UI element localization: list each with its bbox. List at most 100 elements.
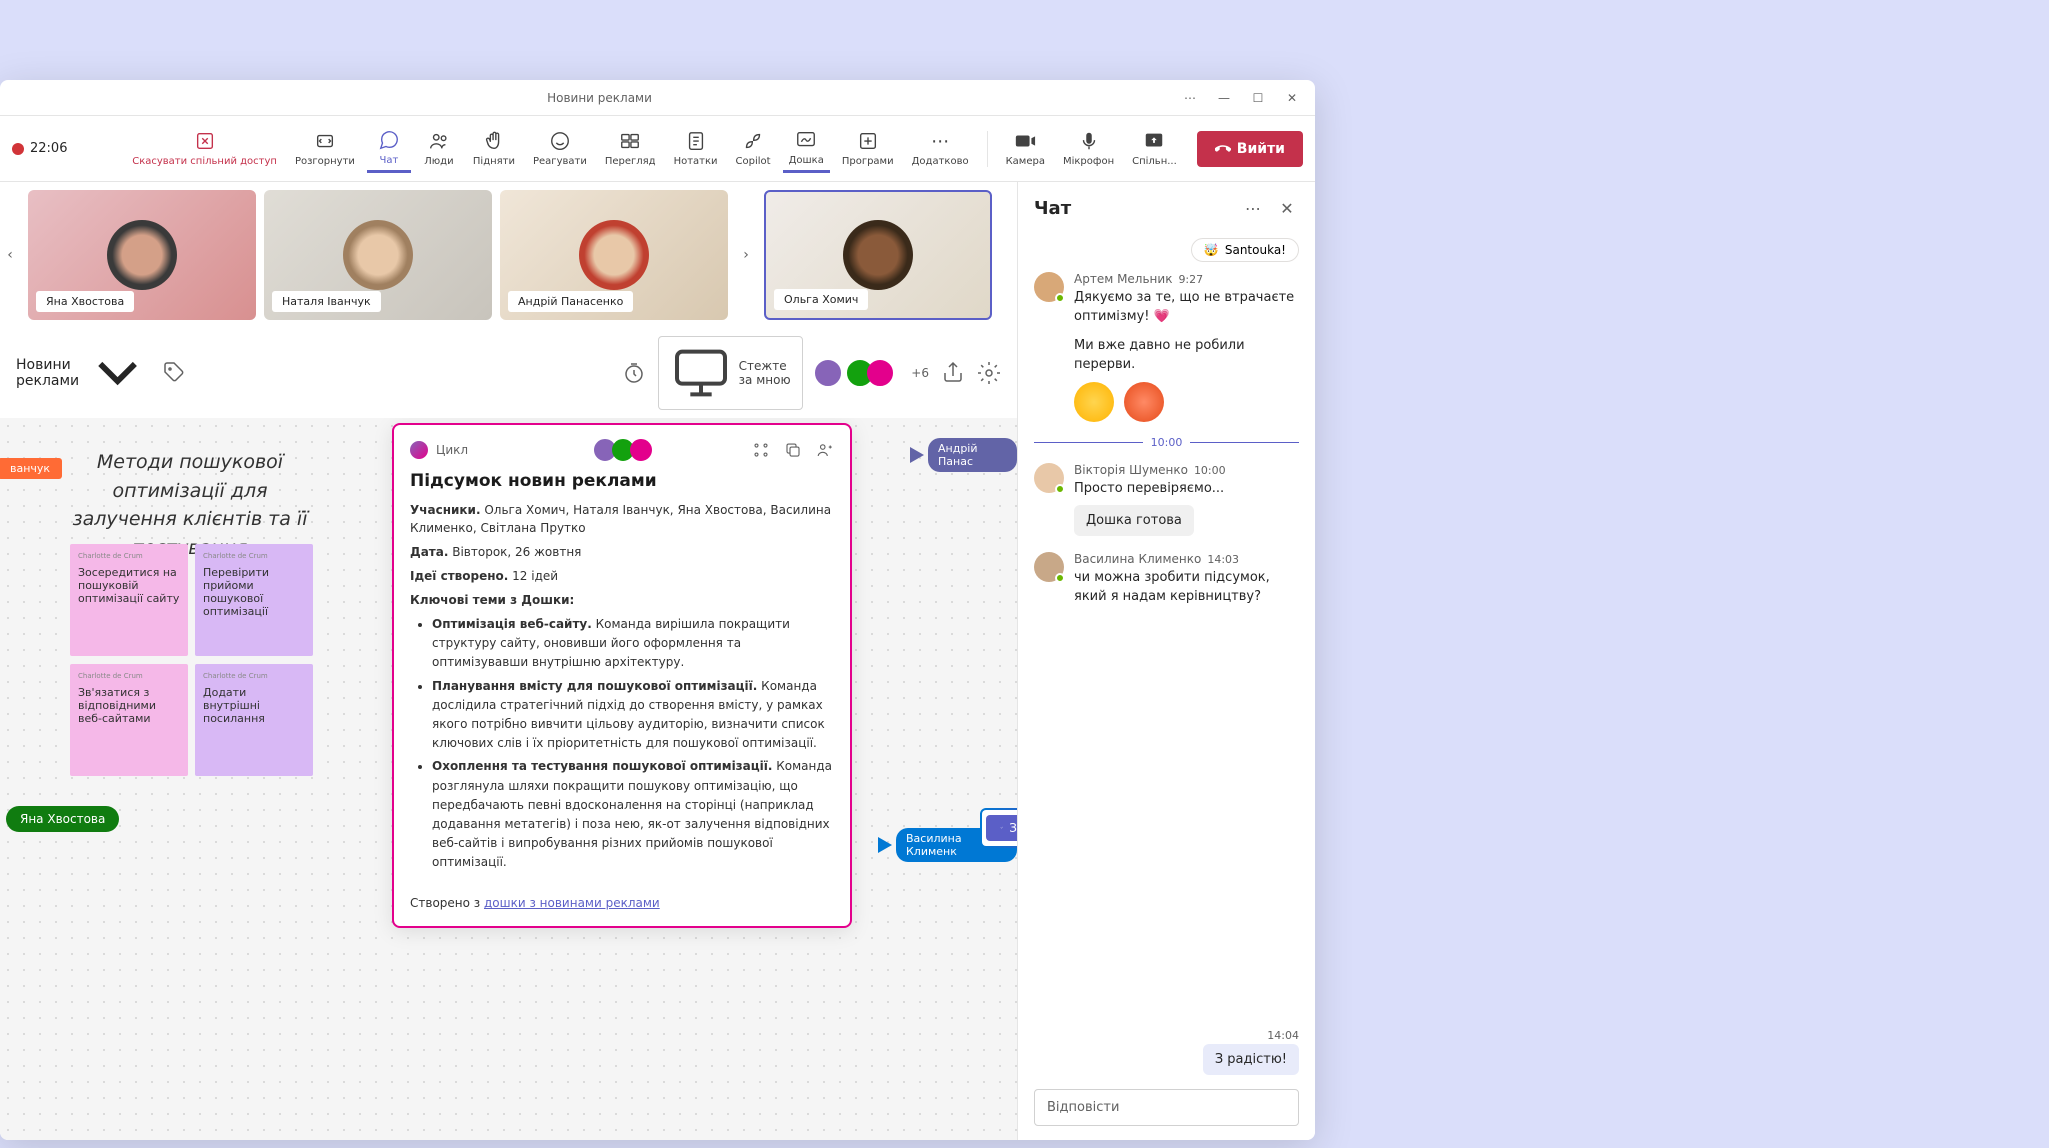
- expand-icon: [314, 130, 336, 152]
- surprised-emoji-icon: [1124, 382, 1164, 422]
- close-icon[interactable]: ✕: [1285, 91, 1299, 105]
- time-divider: 10:00: [1034, 436, 1299, 449]
- mind-blown-icon: 🤯: [1204, 243, 1219, 257]
- board-source-link[interactable]: дошки з новинами реклами: [484, 896, 660, 910]
- loop-avatars: [594, 439, 652, 461]
- avatar[interactable]: [815, 360, 841, 386]
- minimize-icon[interactable]: —: [1217, 91, 1231, 105]
- camera-button[interactable]: Камера: [1000, 126, 1051, 171]
- emoji-icon: [549, 130, 571, 152]
- raise-hand-button[interactable]: Підняти: [467, 126, 521, 171]
- view-button[interactable]: Перегляд: [599, 126, 662, 171]
- save-button[interactable]: Зберегти: [986, 815, 1017, 841]
- people-button[interactable]: Люди: [417, 126, 461, 171]
- tag-icon[interactable]: [162, 361, 186, 385]
- notes-icon: [685, 130, 707, 152]
- sticky-note[interactable]: Charlotte de Crum Зосередитися на пошуко…: [70, 544, 188, 656]
- presentation-icon: [669, 341, 733, 405]
- expand-button[interactable]: Розгорнути: [289, 126, 361, 171]
- avatar-stack[interactable]: [853, 360, 893, 386]
- apps-button[interactable]: Програми: [836, 126, 900, 171]
- people-icon: [428, 130, 450, 152]
- loop-component[interactable]: Цикл Підсумок новин реклами: [392, 423, 852, 928]
- copilot-button[interactable]: Copilot: [730, 126, 777, 171]
- loop-topics-list: Оптимізація веб-сайту. Команда вирішила …: [410, 615, 834, 872]
- avatar: [1034, 272, 1064, 302]
- chat-messages[interactable]: Артем Мельник9:27 Дякуємо за те, що не в…: [1018, 272, 1315, 1023]
- video-tile[interactable]: Андрій Панасенко: [500, 190, 728, 320]
- share-board-icon[interactable]: [941, 361, 965, 385]
- chat-more-icon[interactable]: ⋯: [1241, 196, 1265, 220]
- react-button[interactable]: Реагувати: [527, 126, 593, 171]
- whiteboard-button[interactable]: Дошка: [783, 125, 830, 173]
- more-button[interactable]: ⋯ Додатково: [906, 126, 975, 171]
- grid-icon: [619, 130, 641, 152]
- mic-icon: [1078, 130, 1100, 152]
- copy-icon[interactable]: [784, 441, 802, 459]
- teams-meeting-window: Новини реклами ⋯ — ☐ ✕ 22:06 Скасувати с…: [0, 80, 1315, 1140]
- video-strip: ‹ Яна Хвостова Наталя Іванчук Андрій Пан…: [0, 182, 1017, 328]
- follow-me-button[interactable]: Стежте за мною: [658, 336, 804, 410]
- notes-button[interactable]: Нотатки: [668, 126, 724, 171]
- more-icon[interactable]: ⋯: [1183, 91, 1197, 105]
- avatar: [867, 360, 893, 386]
- sticky-note[interactable]: Charlotte de Crum Додати внутрішні посил…: [195, 664, 313, 776]
- timer-icon[interactable]: [622, 361, 646, 385]
- sticky-note[interactable]: Charlotte de Crum Перевірити прийоми пош…: [195, 544, 313, 656]
- chat-icon: [378, 129, 400, 151]
- loop-participants: Учасники. Ольга Хомич, Наталя Іванчук, Я…: [410, 501, 834, 537]
- more-dots-icon: ⋯: [929, 130, 951, 152]
- user-presence-pill: Яна Хвостова: [6, 806, 119, 832]
- maximize-icon[interactable]: ☐: [1251, 91, 1265, 105]
- chat-bubble: Дошка готова: [1074, 505, 1194, 536]
- video-prev-button[interactable]: ‹: [0, 235, 20, 275]
- reply-input[interactable]: Відповісти: [1034, 1089, 1299, 1126]
- copilot-icon: [742, 130, 764, 152]
- cancel-share-icon: [194, 130, 216, 152]
- share-screen-icon: [1143, 130, 1165, 152]
- own-message: 14:04 З радістю!: [1203, 1029, 1299, 1075]
- check-icon: [1000, 826, 1003, 829]
- avatar: [1034, 552, 1064, 582]
- chat-message: Вікторія Шуменко10:00 Просто перевіряємо…: [1034, 463, 1299, 536]
- meeting-toolbar: 22:06 Скасувати спільний доступ Розгорну…: [0, 116, 1315, 182]
- window-controls: ⋯ — ☐ ✕: [1183, 91, 1299, 105]
- mic-button[interactable]: Мікрофон: [1057, 126, 1120, 171]
- apps-grid-icon[interactable]: [752, 441, 770, 459]
- video-tile[interactable]: Наталя Іванчук: [264, 190, 492, 320]
- loop-topics-label: Ключові теми з Дошки:: [410, 591, 834, 609]
- recording-time: 22:06: [30, 141, 67, 156]
- reaction-banner: 🤯 Santouka!: [1191, 238, 1299, 262]
- loop-title: Підсумок новин реклами: [410, 471, 834, 491]
- video-tile[interactable]: Яна Хвостова: [28, 190, 256, 320]
- chat-panel: Чат ⋯ ✕ 🤯 Santouka! Артем Мельник9:27 Дя…: [1017, 182, 1315, 1140]
- loop-ideas: Ідеї створено. 12 ідей: [410, 567, 834, 585]
- chat-message: Василина Клименко14:03 чи можна зробити …: [1034, 552, 1299, 607]
- camera-icon: [1014, 130, 1036, 152]
- video-next-button[interactable]: ›: [736, 235, 756, 275]
- remote-cursor: Андрій Панас: [910, 438, 1017, 472]
- chat-message: Артем Мельник9:27 Дякуємо за те, що не в…: [1034, 272, 1299, 422]
- whiteboard-canvas[interactable]: ванчук Методи пошукової оптимізації для …: [0, 418, 1017, 1140]
- loop-logo-icon: [410, 441, 428, 459]
- leave-button[interactable]: Вийти: [1197, 131, 1303, 167]
- chat-header: Чат ⋯ ✕: [1018, 182, 1315, 234]
- settings-icon[interactable]: [977, 361, 1001, 385]
- window-title: Новини реклами: [16, 91, 1183, 105]
- participant-overflow[interactable]: +6: [911, 366, 929, 380]
- video-tile-active[interactable]: Ольга Хомич: [764, 190, 992, 320]
- cancel-share-button[interactable]: Скасувати спільний доступ: [126, 126, 283, 171]
- chat-tab-button[interactable]: Чат: [367, 125, 411, 173]
- board-title-dropdown[interactable]: Новини реклами: [16, 338, 152, 407]
- sticky-note[interactable]: Charlotte de Crum Зв'язатися з відповідн…: [70, 664, 188, 776]
- user-tag: ванчук: [0, 458, 62, 479]
- apps-icon: [857, 130, 879, 152]
- chat-close-icon[interactable]: ✕: [1275, 196, 1299, 220]
- recording-indicator: 22:06: [12, 141, 67, 156]
- share-button[interactable]: Спільн...: [1126, 126, 1183, 171]
- share-people-icon[interactable]: [816, 441, 834, 459]
- loop-date: Дата. Вівторок, 26 жовтня: [410, 543, 834, 561]
- loop-footer: Створено з дошки з новинами реклами: [410, 886, 834, 910]
- laugh-emoji-icon: [1074, 382, 1114, 422]
- chevron-down-icon: [83, 338, 152, 407]
